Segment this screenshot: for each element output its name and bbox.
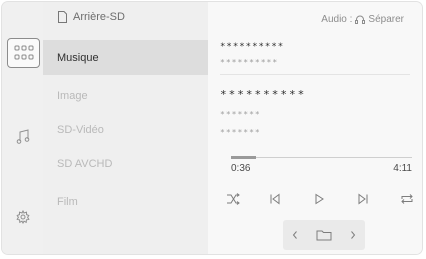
repeat-icon	[401, 194, 413, 204]
folder-icon	[316, 230, 332, 241]
player-panel: Audio : Séparer ********** ********** **…	[208, 2, 422, 254]
music-source-button[interactable]	[2, 122, 43, 152]
source-item-sd-video[interactable]: SD-Vidéo	[43, 112, 208, 147]
headphones-icon	[355, 15, 366, 24]
source-item-sd-avchd[interactable]: SD AVCHD	[43, 146, 208, 181]
browse-next-button[interactable]	[349, 230, 357, 240]
source-item-label: Image	[57, 89, 88, 102]
browse-previous-button[interactable]	[291, 230, 299, 240]
track-subtitle: **********	[220, 58, 279, 67]
source-item-label: Film	[57, 195, 78, 208]
chevron-left-icon	[293, 231, 298, 239]
next-button[interactable]	[354, 190, 372, 208]
folder-button[interactable]	[316, 229, 332, 241]
source-item-label: SD-Vidéo	[57, 123, 104, 136]
source-header: Arrière-SD	[58, 11, 125, 23]
source-item-image[interactable]: Image	[43, 78, 208, 113]
skip-next-icon	[358, 193, 368, 205]
audio-output-setting[interactable]: Audio : Séparer	[321, 14, 404, 25]
source-item-label: SD AVCHD	[57, 157, 113, 170]
display-frame: Arrière-SD Musique Image SD-Vidéo SD AVC…	[2, 2, 422, 254]
screen: Arrière-SD Musique Image SD-Vidéo SD AVC…	[0, 0, 426, 259]
sd-card-icon	[58, 11, 67, 23]
elapsed-time: 0:36	[231, 163, 251, 174]
left-rail	[2, 2, 44, 254]
music-note-icon	[16, 129, 29, 144]
source-item-label: Musique	[57, 51, 99, 64]
source-item-film[interactable]: Film	[43, 184, 208, 219]
chevron-right-icon	[350, 231, 355, 239]
track-artist: *******	[220, 110, 261, 119]
shuffle-button[interactable]	[224, 190, 242, 208]
audio-mode: Séparer	[368, 14, 404, 25]
source-list: Arrière-SD Musique Image SD-Vidéo SD AVC…	[43, 2, 208, 254]
source-title: Arrière-SD	[73, 11, 125, 23]
skip-previous-icon	[270, 193, 280, 205]
source-item-musique[interactable]: Musique	[43, 40, 208, 75]
progress-bar[interactable]	[231, 156, 412, 159]
total-time: 4:11	[393, 163, 412, 174]
divider	[220, 74, 410, 75]
browse-controls	[283, 220, 365, 250]
audio-label: Audio :	[321, 14, 353, 25]
grid-icon	[14, 45, 33, 60]
track-album: **********	[220, 88, 307, 101]
shuffle-icon	[227, 193, 240, 205]
play-icon	[315, 193, 324, 205]
track-title: **********	[220, 42, 285, 52]
repeat-button[interactable]	[398, 190, 416, 208]
progress-fill	[231, 156, 257, 159]
gear-icon	[15, 210, 30, 224]
play-button[interactable]	[310, 190, 328, 208]
track-genre: *******	[220, 128, 261, 137]
settings-button[interactable]	[2, 202, 43, 232]
apps-button[interactable]	[7, 38, 40, 68]
previous-button[interactable]	[266, 190, 284, 208]
